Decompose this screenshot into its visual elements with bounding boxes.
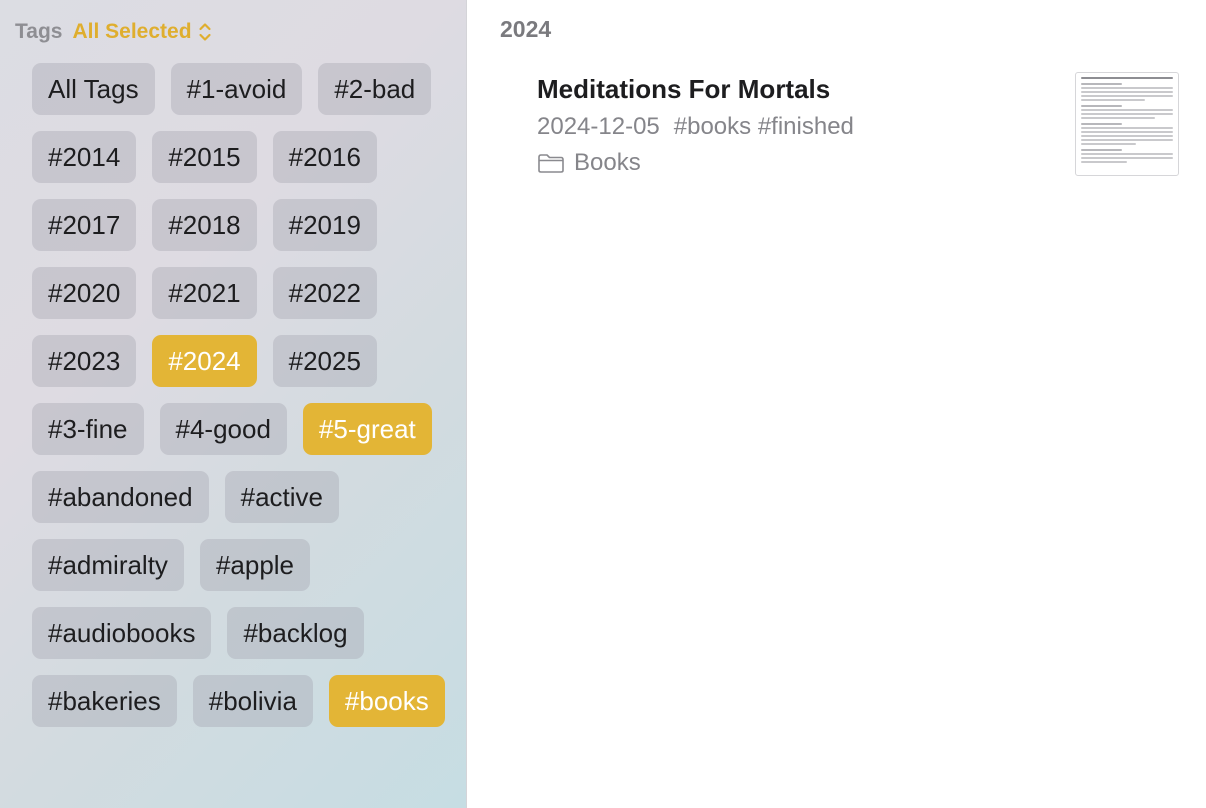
folder-icon (538, 154, 564, 173)
tag-chip-3-fine[interactable]: #3-fine (32, 403, 144, 455)
tag-chip-active[interactable]: #active (224, 471, 339, 523)
tag-filter-value: All Selected (72, 20, 192, 43)
tag-chip-2015[interactable]: #2015 (152, 131, 257, 183)
tag-browser-sidebar: Tags All Selected All Tags #1-avoid #2-bad… (0, 0, 467, 808)
tag-chip-2020[interactable]: #2020 (32, 267, 137, 319)
notes-window: Tags All Selected All Tags #1-avoid #2-bad… (0, 0, 1206, 808)
section-header-year: 2024 (500, 16, 552, 42)
tag-chip-admiralty[interactable]: #admiralty (32, 539, 184, 591)
tag-chip-4-good[interactable]: #4-good (159, 403, 287, 455)
note-list: 2024 Meditations For Mortals 2024-12-05 #… (467, 0, 1206, 808)
tag-chip-apple[interactable]: #apple (199, 539, 311, 591)
tag-chip-2021[interactable]: #2021 (152, 267, 257, 319)
note-folder: Books (537, 149, 641, 177)
note-thumbnail (1075, 72, 1179, 176)
tag-chip-abandoned[interactable]: #abandoned (32, 471, 209, 523)
tag-chip-2018[interactable]: #2018 (152, 199, 257, 251)
tag-chip-2025[interactable]: #2025 (272, 335, 377, 387)
tag-filter-popup[interactable]: All Selected (72, 20, 211, 44)
note-date: 2024-12-05 (537, 113, 660, 140)
tag-chip-2024[interactable]: #2024 (152, 335, 257, 387)
chevron-up-down-icon (198, 23, 211, 41)
tag-chip-2022[interactable]: #2022 (272, 267, 377, 319)
tag-chip-books[interactable]: #books (328, 675, 445, 727)
tag-chip-2016[interactable]: #2016 (272, 131, 377, 183)
tag-chip-audiobooks[interactable]: #audiobooks (32, 607, 212, 659)
tag-chip-list: All Tags #1-avoid #2-bad #2014 #2015 #2016 #20… (32, 63, 452, 727)
tag-chip-2014[interactable]: #2014 (32, 131, 137, 183)
tag-chip-5-great[interactable]: #5-great (302, 403, 432, 455)
tags-header: Tags All Selected (15, 18, 212, 46)
tags-label: Tags (15, 20, 63, 43)
note-title: Meditations For Mortals (537, 74, 831, 104)
tag-chip-bakeries[interactable]: #bakeries (32, 675, 177, 727)
tag-chip-all-tags[interactable]: All Tags (32, 63, 155, 115)
tag-chip-backlog[interactable]: #backlog (227, 607, 364, 659)
note-folder-name: Books (574, 149, 641, 176)
tag-chip-1-avoid[interactable]: #1-avoid (170, 63, 303, 115)
tag-chip-2023[interactable]: #2023 (32, 335, 137, 387)
note-list-item[interactable]: Meditations For Mortals 2024-12-05 #books… (537, 72, 1183, 182)
tag-chip-bolivia[interactable]: #bolivia (192, 675, 313, 727)
note-meta: 2024-12-05 #books #finished (537, 113, 854, 141)
tag-chip-2-bad[interactable]: #2-bad (318, 63, 432, 115)
tag-chip-2017[interactable]: #2017 (32, 199, 137, 251)
note-tags: #books #finished (673, 113, 854, 140)
tag-chip-2019[interactable]: #2019 (272, 199, 377, 251)
